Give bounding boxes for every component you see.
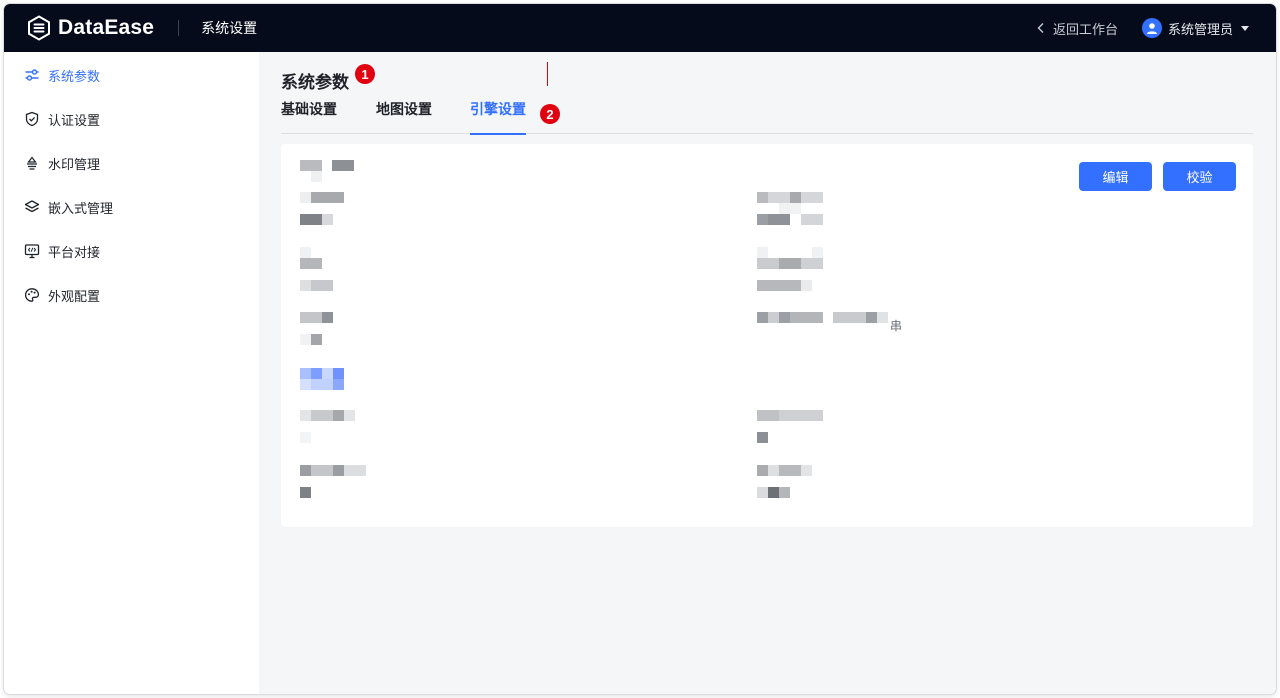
brand-name: DataEase xyxy=(58,16,155,39)
header-section-title: 系统设置 xyxy=(201,20,258,36)
sidebar-item-system-params[interactable]: 系统参数 xyxy=(24,64,100,86)
sliders-icon xyxy=(24,67,40,83)
palette-icon xyxy=(24,287,40,303)
chevron-left-icon xyxy=(1037,23,1044,33)
main-content: 系统参数 1 基础设置 地图设置 引擎设置 2 编辑 校验 串 xyxy=(259,52,1276,694)
shield-check-icon xyxy=(24,111,40,127)
header-actions: 返回工作台 系统管理员 xyxy=(1035,4,1250,52)
sidebar-item-label: 外观配置 xyxy=(48,288,101,304)
annotation-badge-1: 1 xyxy=(355,64,375,84)
watermark-icon xyxy=(24,155,40,171)
sidebar-item-label: 平台对接 xyxy=(48,244,101,260)
annotation-badge-2: 2 xyxy=(540,104,560,124)
edit-button[interactable]: 编辑 xyxy=(1079,162,1152,191)
monitor-code-icon xyxy=(24,243,40,259)
tab-engine-settings[interactable]: 引擎设置 xyxy=(470,98,526,135)
brand[interactable]: DataEase xyxy=(26,15,154,41)
user-menu[interactable]: 系统管理员 xyxy=(1141,18,1250,38)
sidebar: 系统参数 认证设置 水印管理 嵌入式管理 平台对接 外观配置 xyxy=(4,52,259,694)
top-header: DataEase 系统设置 返回工作台 系统管理员 xyxy=(4,4,1276,52)
caret-down-icon xyxy=(1241,26,1249,31)
settings-tabs: 基础设置 地图设置 引擎设置 xyxy=(281,98,1253,135)
avatar xyxy=(1141,18,1162,38)
visible-text-fragment: 串 xyxy=(890,319,903,333)
sidebar-item-label: 嵌入式管理 xyxy=(48,200,114,216)
user-name: 系统管理员 xyxy=(1167,21,1233,37)
header-divider xyxy=(178,20,180,36)
back-link-label: 返回工作台 xyxy=(1052,21,1118,37)
sidebar-item-auth-settings[interactable]: 认证设置 xyxy=(24,108,100,130)
layers-icon xyxy=(24,199,40,215)
tab-basic-settings[interactable]: 基础设置 xyxy=(281,98,337,134)
sidebar-item-watermark[interactable]: 水印管理 xyxy=(24,152,100,174)
annotation-marker-line xyxy=(547,62,548,86)
sidebar-item-embedded[interactable]: 嵌入式管理 xyxy=(24,196,113,218)
sidebar-item-label: 水印管理 xyxy=(48,156,101,172)
sidebar-item-platform[interactable]: 平台对接 xyxy=(24,240,100,262)
app-window: DataEase 系统设置 返回工作台 系统管理员 系统参数 认证设置 水印管理… xyxy=(4,4,1276,694)
verify-button[interactable]: 校验 xyxy=(1163,162,1236,191)
engine-settings-card: 编辑 校验 串 xyxy=(281,144,1253,527)
sidebar-item-label: 认证设置 xyxy=(48,112,101,128)
user-icon xyxy=(1146,23,1158,34)
page-title: 系统参数 xyxy=(281,73,349,92)
sidebar-item-label: 系统参数 xyxy=(48,68,101,84)
dataease-logo-icon xyxy=(28,15,50,41)
tab-map-settings[interactable]: 地图设置 xyxy=(376,98,432,134)
sidebar-item-appearance[interactable]: 外观配置 xyxy=(24,284,100,306)
back-to-workbench-link[interactable]: 返回工作台 xyxy=(1035,19,1118,38)
